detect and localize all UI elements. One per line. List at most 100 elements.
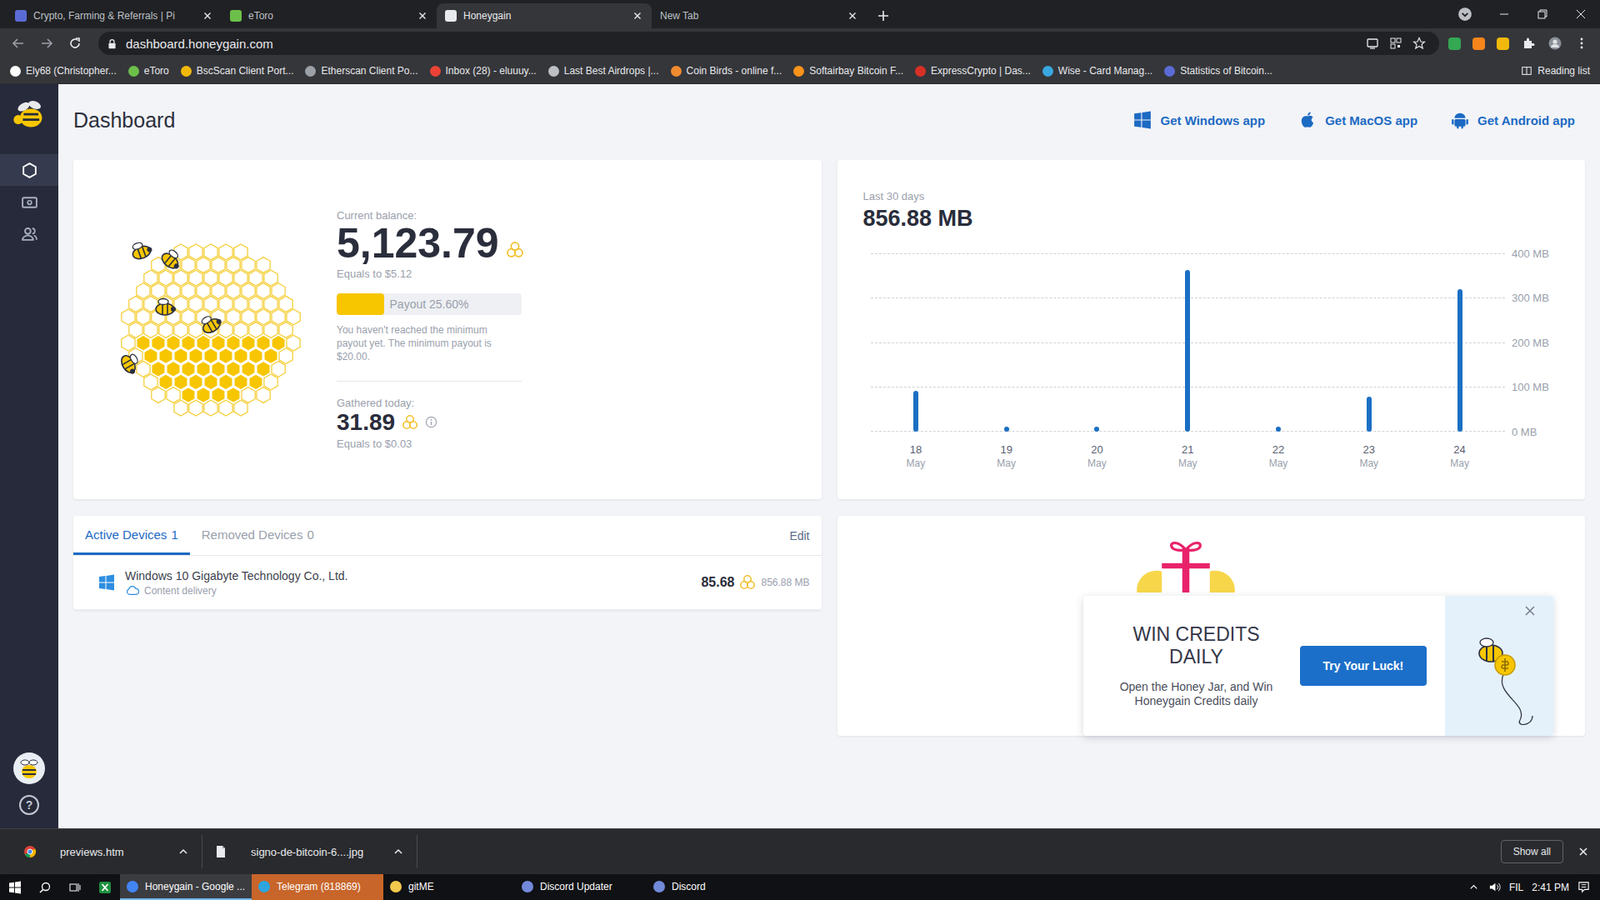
bookmark[interactable]: Statistics of Bitcoin...: [1160, 65, 1276, 77]
download-item[interactable]: signo-de-bitcoin-6....jpg: [202, 835, 418, 869]
close-icon[interactable]: [846, 10, 859, 22]
help-button[interactable]: ?: [19, 795, 40, 815]
show-all-button[interactable]: Show all: [1500, 840, 1564, 864]
forward-icon[interactable]: [35, 36, 59, 50]
device-row[interactable]: Windows 10 Gigabyte Technology Co., Ltd.…: [73, 555, 822, 610]
bar[interactable]: [1094, 426, 1100, 432]
puzzle-icon[interactable]: [1516, 36, 1540, 50]
bookmark[interactable]: Softairbay Bitcoin F...: [790, 65, 907, 77]
today-value: 31.89: [336, 409, 395, 436]
browser-tab[interactable]: Honeygain: [436, 3, 652, 29]
bee-avatar-icon[interactable]: [12, 751, 46, 785]
tab-strip: Crypto, Farming & Referrals | PieToroHon…: [0, 0, 1600, 29]
bookmark[interactable]: Wise - Card Manag...: [1039, 65, 1156, 77]
sidebar-item[interactable]: [0, 185, 59, 218]
extension-icon[interactable]: [1448, 37, 1461, 50]
address-text[interactable]: dashboard.honeygain.com: [125, 36, 1353, 51]
wallet-icon: [20, 193, 39, 211]
favicon-icon: [15, 10, 27, 22]
chevron-up-icon[interactable]: [375, 845, 405, 859]
profile-dropdown-icon[interactable]: [1445, 6, 1485, 22]
device-tab[interactable]: Removed Devices0: [190, 515, 326, 555]
browser-tab[interactable]: Crypto, Farming & Referrals | Pi: [6, 3, 222, 29]
bar-column: [960, 253, 1052, 432]
taskbar-item[interactable]: Discord: [646, 874, 779, 900]
try-luck-button[interactable]: Try Your Luck!: [1300, 645, 1428, 686]
bookmark[interactable]: Inbox (28) - eluuuy...: [426, 65, 540, 77]
close-icon[interactable]: [201, 10, 214, 22]
star-icon[interactable]: [1407, 36, 1431, 50]
bookmark-favicon-icon: [10, 65, 21, 77]
taskbar-item[interactable]: Honeygain - Google ...: [120, 874, 252, 900]
app-link[interactable]: Get MacOS app: [1298, 110, 1418, 130]
clock[interactable]: 2:41 PM: [1531, 881, 1570, 894]
sidebar-item[interactable]: [0, 217, 59, 250]
bookmark[interactable]: eToro: [125, 65, 173, 77]
app-link[interactable]: Get Android app: [1450, 110, 1575, 130]
sidebar-menu: [0, 154, 59, 250]
taskbar-item[interactable]: Telegram (818869): [251, 874, 384, 900]
balance-value: 5,123.79: [336, 221, 500, 266]
reload-icon[interactable]: [63, 36, 87, 50]
edit-button[interactable]: Edit: [789, 529, 821, 543]
avatar-icon[interactable]: [1543, 36, 1567, 50]
address-bar[interactable]: dashboard.honeygain.com: [98, 31, 1440, 55]
chart-total: 856.88 MB: [863, 205, 1566, 232]
reading-list[interactable]: Reading list: [1517, 65, 1594, 77]
honeygain-logo-icon[interactable]: [10, 95, 48, 133]
close-window-icon[interactable]: [1561, 7, 1600, 21]
download-item[interactable]: previews.htm: [11, 835, 203, 869]
app-x-icon[interactable]: [90, 880, 120, 895]
bookmark[interactable]: Etherscan Client Po...: [301, 65, 421, 77]
bar[interactable]: [1457, 289, 1463, 432]
close-icon[interactable]: [1576, 845, 1590, 859]
restore-icon[interactable]: [1523, 7, 1562, 21]
menu-icon[interactable]: [1570, 36, 1594, 50]
install-icon[interactable]: [1360, 36, 1385, 50]
taskbar-item[interactable]: Discord Updater: [515, 874, 647, 900]
chrome-icon: [23, 845, 37, 859]
browser-tab[interactable]: New Tab: [651, 3, 867, 29]
bar[interactable]: [1185, 270, 1190, 432]
metamask-icon[interactable]: [1472, 37, 1485, 50]
x-tick: 19May: [960, 443, 1052, 470]
bar[interactable]: [1275, 426, 1281, 432]
bookmark[interactable]: Ely68 (Christopher...: [6, 65, 120, 77]
bar[interactable]: [1366, 396, 1372, 432]
qr-code-icon[interactable]: [1384, 36, 1408, 50]
bookmark[interactable]: ExpressCrypto | Das...: [911, 65, 1035, 77]
close-icon[interactable]: [631, 10, 644, 22]
taskbar-item[interactable]: gitME: [383, 874, 515, 900]
bar[interactable]: [1004, 426, 1010, 432]
info-icon[interactable]: [425, 415, 438, 429]
plus-icon[interactable]: [876, 9, 890, 23]
app-link[interactable]: Get Windows app: [1133, 110, 1265, 130]
bar[interactable]: [913, 390, 919, 432]
apple-icon: [1298, 110, 1317, 130]
popup-illustration: [1445, 595, 1554, 736]
bookmark[interactable]: Coin Birds - online f...: [667, 65, 786, 77]
sidebar-item[interactable]: [0, 154, 59, 186]
back-icon[interactable]: [6, 36, 30, 50]
today-row: 31.89: [336, 409, 529, 436]
close-icon[interactable]: [1523, 604, 1537, 618]
extensions: [1444, 36, 1594, 50]
bookmark[interactable]: Last Best Airdrops |...: [545, 65, 663, 77]
x-tick: 23May: [1323, 443, 1415, 470]
browser-tab[interactable]: eToro: [221, 3, 437, 29]
search-icon[interactable]: [30, 880, 60, 895]
volume-icon[interactable]: [1488, 880, 1501, 894]
chevron-up-icon[interactable]: [1467, 880, 1480, 894]
minimize-icon[interactable]: [1485, 7, 1524, 21]
close-icon[interactable]: [416, 10, 429, 22]
bookmark[interactable]: BscScan Client Port...: [177, 65, 298, 77]
chevron-up-icon[interactable]: [160, 845, 190, 859]
notifications-icon[interactable]: [1577, 880, 1590, 894]
device-tab[interactable]: Active Devices1: [73, 515, 190, 555]
binance-icon[interactable]: [1496, 37, 1510, 50]
start-icon[interactable]: [0, 880, 30, 895]
task-view-icon[interactable]: [60, 880, 90, 895]
left-column: Current balance:5,123.79Equals to $5.12P…: [73, 160, 822, 736]
language-indicator[interactable]: FIL: [1509, 881, 1524, 894]
app-icon: [521, 880, 534, 893]
